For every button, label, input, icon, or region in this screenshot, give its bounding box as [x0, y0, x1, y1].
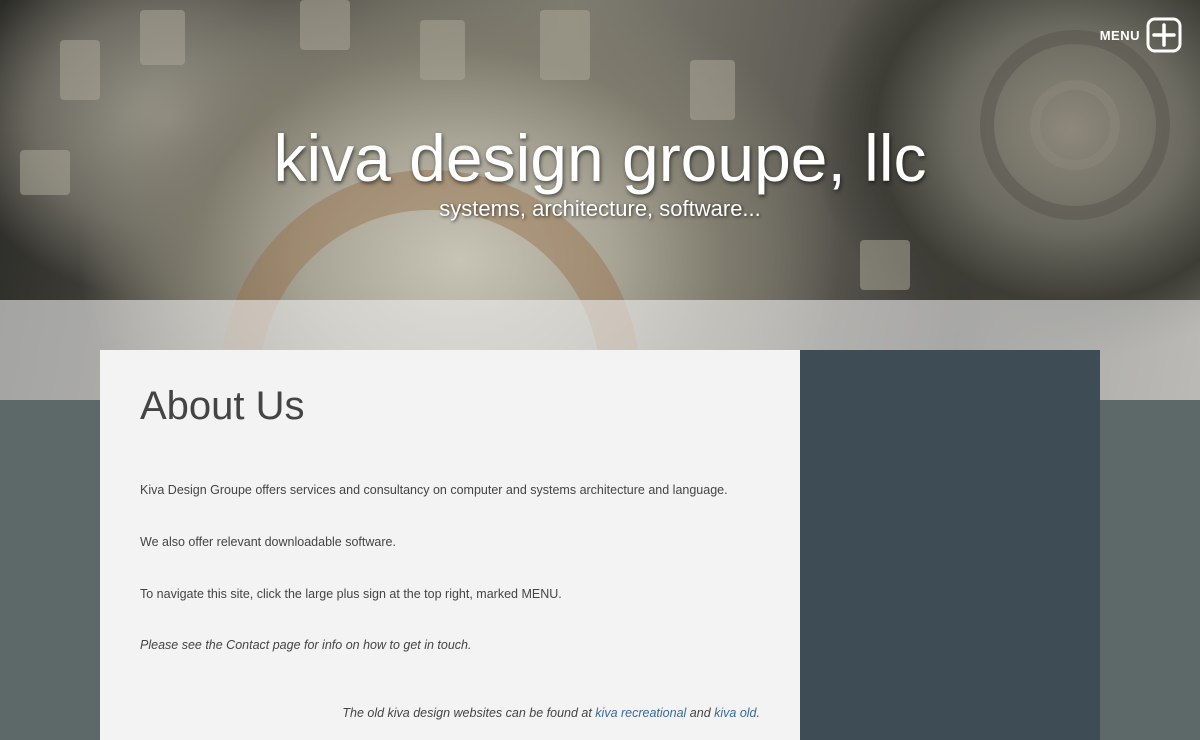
- old-sites-prefix: The old kiva design websites can be foun…: [342, 706, 596, 720]
- gear-tooth: [140, 10, 185, 65]
- gear-tooth: [860, 240, 910, 290]
- paragraph-contact: Please see the Contact page for info on …: [140, 638, 472, 652]
- paragraph-navigation: To navigate this site, click the large p…: [140, 587, 562, 601]
- menu-button[interactable]: MENU: [1100, 17, 1182, 53]
- plus-square-icon[interactable]: [1146, 17, 1182, 53]
- paragraph-software: We also offer relevant downloadable soft…: [140, 535, 396, 549]
- page: kiva design groupe, llc systems, archite…: [0, 0, 1200, 740]
- hero-banner-image: kiva design groupe, llc systems, archite…: [0, 0, 1200, 400]
- site-tagline: systems, architecture, software...: [439, 196, 761, 221]
- menu-label: MENU: [1099, 27, 1140, 43]
- kiva-recreational-link[interactable]: kiva recreational: [595, 706, 686, 720]
- old-sites-suffix: .: [756, 706, 760, 720]
- gear-tooth: [690, 60, 735, 120]
- old-sites-middle: and: [686, 706, 715, 720]
- gear-tooth: [420, 20, 465, 80]
- page-title: About Us: [140, 384, 305, 428]
- paragraph-services: Kiva Design Groupe offers services and c…: [140, 483, 728, 497]
- main-content: About Us Kiva Design Groupe offers servi…: [100, 350, 800, 740]
- gear-tooth: [60, 40, 100, 100]
- kiva-old-link[interactable]: kiva old: [714, 706, 756, 720]
- old-sites-note: The old kiva design websites can be foun…: [342, 706, 760, 720]
- site-title: kiva design groupe, llc: [273, 121, 927, 195]
- sidebar-panel: [800, 350, 1100, 740]
- gear-tooth: [300, 0, 350, 50]
- gear-tooth: [540, 10, 590, 80]
